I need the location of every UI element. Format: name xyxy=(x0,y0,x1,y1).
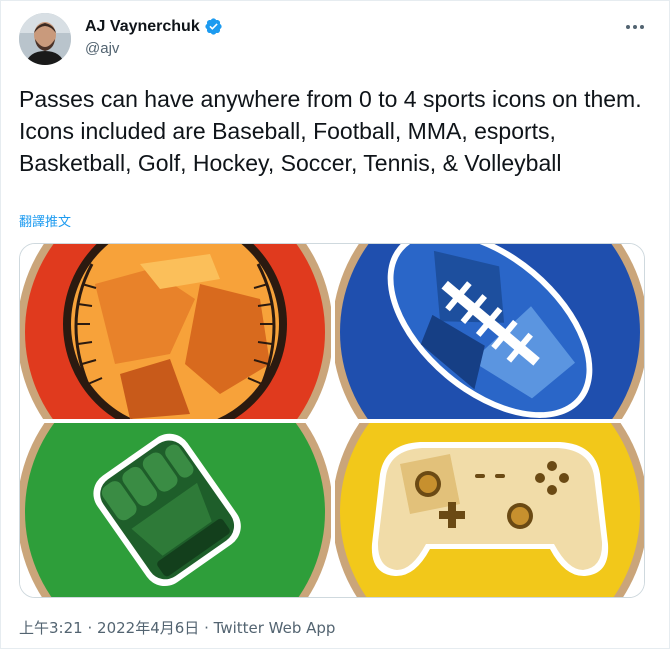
verified-badge-icon xyxy=(205,18,222,35)
tweet-source-link[interactable]: Twitter Web App xyxy=(214,619,336,637)
separator: · xyxy=(204,619,209,637)
tweet-timestamp-row: 上午3:21 · 2022年4月6日 · Twitter Web App xyxy=(19,617,335,638)
author-handle[interactable]: @ajv xyxy=(85,40,119,57)
tweet-text: Passes can have anywhere from 0 to 4 spo… xyxy=(19,86,642,176)
tweet-card: AJ Vaynerchuk @ajv Passes can have anywh… xyxy=(0,0,670,649)
author-display-name[interactable]: AJ Vaynerchuk xyxy=(85,18,200,36)
translate-tweet-link[interactable]: 翻譯推文 xyxy=(19,211,71,230)
separator: · xyxy=(87,619,93,637)
more-options-icon[interactable] xyxy=(621,15,649,39)
tweet-media-image[interactable] xyxy=(19,243,645,598)
sports-icons-image xyxy=(20,244,644,597)
avatar[interactable] xyxy=(19,13,71,65)
avatar-photo xyxy=(19,13,71,65)
tweet-date[interactable]: 2022年4月6日 xyxy=(97,619,199,637)
author-name-row: AJ Vaynerchuk xyxy=(85,17,223,36)
tweet-time[interactable]: 上午3:21 xyxy=(19,619,83,637)
